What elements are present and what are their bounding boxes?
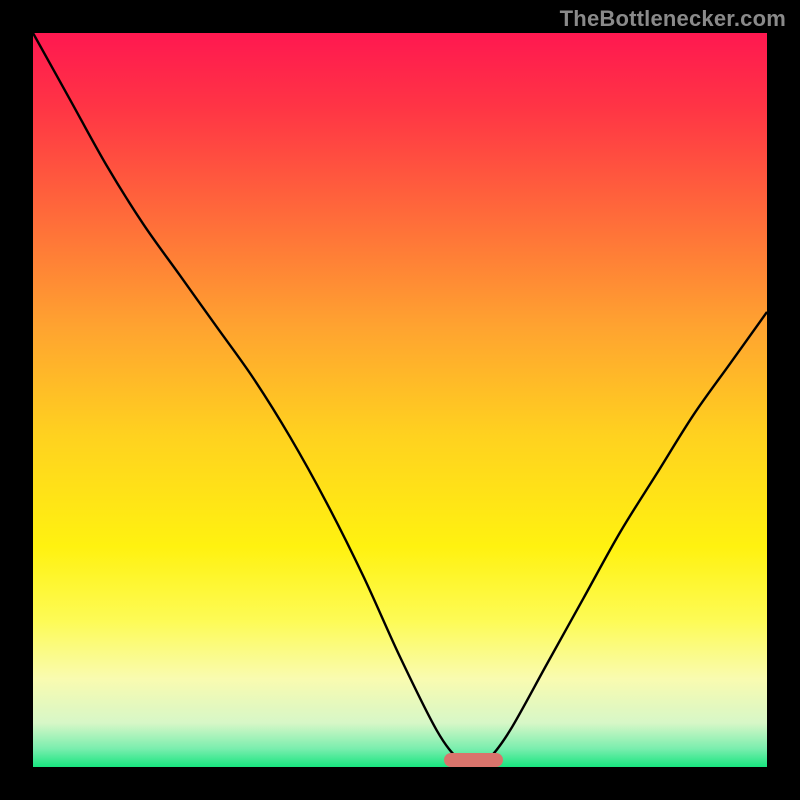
plot-area [33, 33, 767, 767]
watermark-text: TheBottlenecker.com [560, 6, 786, 32]
optimal-range-marker [444, 753, 503, 767]
curve-layer [33, 33, 767, 767]
chart-frame: TheBottlenecker.com [0, 0, 800, 800]
bottleneck-curve [33, 33, 767, 767]
